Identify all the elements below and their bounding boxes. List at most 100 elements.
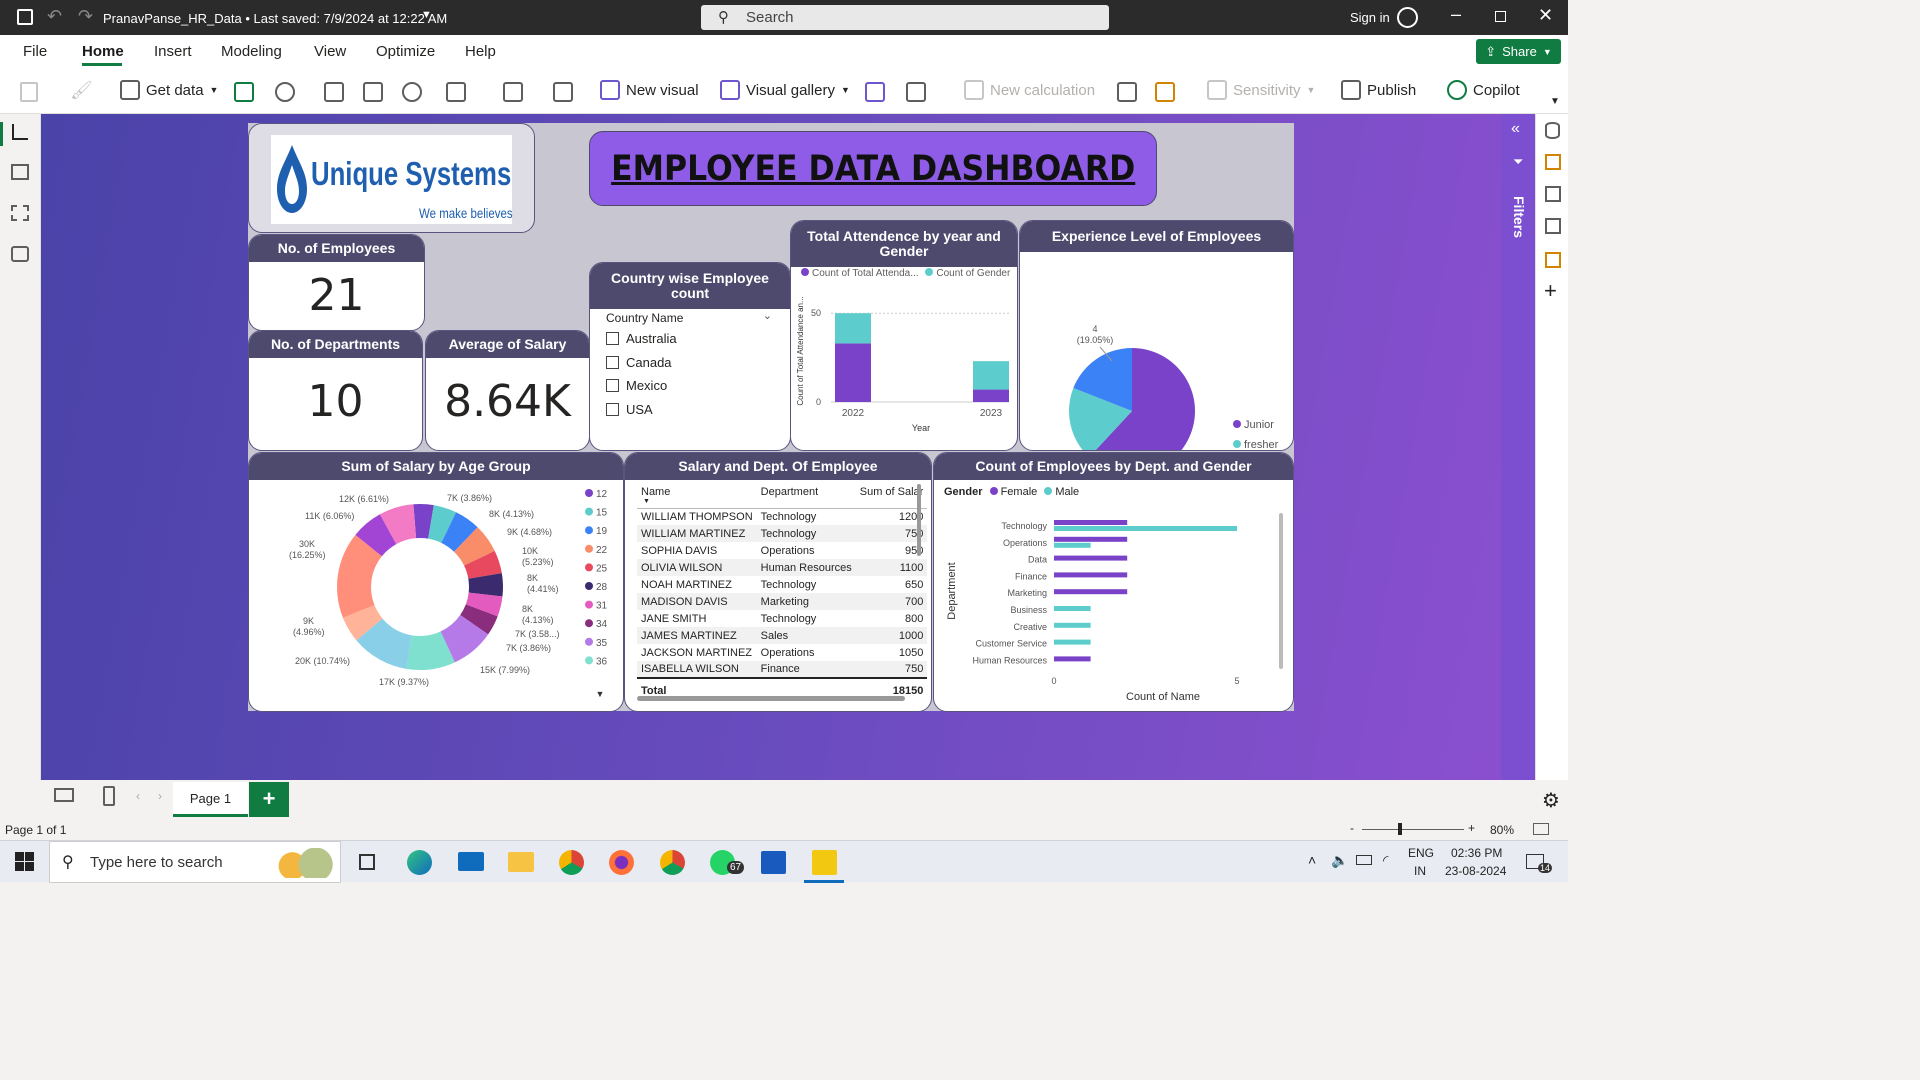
report-view-icon[interactable] — [12, 124, 28, 140]
next-page-icon[interactable]: › — [158, 789, 162, 803]
textbox-icon[interactable] — [865, 82, 885, 102]
expand-filters-icon[interactable]: « — [1511, 120, 1520, 138]
transform-icon[interactable] — [503, 82, 523, 102]
get-data-button[interactable]: Get data ▼ — [120, 80, 218, 100]
column-header-name[interactable]: Name ▼ — [637, 484, 757, 508]
menu-file[interactable]: File — [23, 43, 47, 60]
page-tab[interactable]: Page 1 — [173, 782, 248, 817]
task-view-icon[interactable] — [359, 854, 375, 870]
zoom-level[interactable]: 80% — [1490, 823, 1514, 837]
table-row[interactable]: ISABELLA WILSON Finance 750 — [637, 661, 928, 678]
dax-query-icon[interactable] — [11, 246, 29, 262]
settings-icon[interactable]: ⚙ — [1542, 788, 1560, 813]
word-icon[interactable] — [761, 851, 786, 874]
format-pane-icon[interactable] — [1545, 186, 1561, 202]
bar-female-Finance[interactable] — [1054, 572, 1128, 578]
bar-gender-2022[interactable] — [835, 313, 871, 344]
account-icon[interactable] — [1397, 7, 1418, 28]
data-pane-icon[interactable] — [1545, 122, 1560, 139]
menu-view[interactable]: View — [314, 43, 346, 60]
bar-female-Technology[interactable] — [1054, 520, 1128, 525]
firefox-icon[interactable] — [609, 850, 634, 875]
publish-button[interactable]: Publish — [1341, 80, 1416, 100]
kpi-salary-card[interactable]: Average of Salary 8.64K — [425, 330, 590, 451]
legend-scroll-down-icon[interactable]: ▼ — [596, 689, 605, 699]
vertical-scrollbar[interactable] — [1279, 513, 1283, 669]
onelake-icon[interactable] — [275, 82, 295, 102]
vertical-scrollbar[interactable] — [917, 484, 921, 556]
country-option[interactable]: USA — [606, 398, 774, 422]
checkbox[interactable] — [606, 402, 619, 416]
file-explorer-icon[interactable] — [508, 852, 534, 872]
quick-measure-icon[interactable] — [1155, 82, 1175, 102]
table-row[interactable]: JANE SMITH Technology 800 — [637, 610, 927, 627]
minimize-icon[interactable]: – — [1451, 4, 1461, 25]
table-row[interactable]: NOAH MARTINEZ Technology 650 — [637, 576, 927, 593]
column-header-department[interactable]: Department — [757, 484, 856, 508]
bar-female-Operations[interactable] — [1054, 536, 1128, 542]
dataverse-icon[interactable] — [402, 82, 422, 102]
sign-in-link[interactable]: Sign in — [1350, 10, 1390, 25]
table-view-icon[interactable] — [11, 164, 29, 180]
excel-icon[interactable] — [234, 82, 254, 102]
redo-icon[interactable]: ↷ — [78, 6, 93, 27]
prev-page-icon[interactable]: ‹ — [136, 789, 140, 803]
bar-male-Technology[interactable] — [1054, 526, 1237, 531]
close-icon[interactable]: ✕ — [1538, 5, 1553, 26]
refresh-icon[interactable] — [553, 82, 573, 102]
share-button[interactable]: ⇪ Share ▼ — [1476, 39, 1561, 64]
table-row[interactable]: WILLIAM MARTINEZ Technology 750 — [637, 525, 928, 542]
clock-time[interactable]: 02:36 PM — [1451, 846, 1502, 860]
chrome-icon[interactable] — [559, 850, 584, 875]
model-view-icon[interactable] — [11, 205, 29, 221]
clock-date[interactable]: 23-08-2024 — [1445, 864, 1506, 878]
language-in[interactable]: IN — [1414, 864, 1426, 878]
windows-start-icon[interactable] — [15, 852, 34, 871]
enter-data-icon[interactable] — [363, 82, 383, 102]
format-painter-icon[interactable]: 🖌 — [70, 80, 93, 101]
table-row[interactable]: MADISON DAVIS Marketing 700 — [637, 593, 928, 610]
mobile-layout-icon[interactable] — [103, 786, 115, 806]
menu-help[interactable]: Help — [465, 43, 496, 60]
sql-icon[interactable] — [324, 82, 344, 102]
new-calculation-button[interactable]: New calculation — [964, 80, 1095, 100]
kpi-employees-card[interactable]: No. of Employees 21 — [248, 234, 425, 331]
show-hidden-icons[interactable]: ˄ — [1308, 852, 1316, 868]
edge-icon[interactable] — [407, 850, 432, 875]
new-visual-button[interactable]: New visual — [600, 80, 699, 100]
menu-insert[interactable]: Insert — [154, 43, 192, 60]
visual-gallery-button[interactable]: Visual gallery ▼ — [720, 80, 850, 100]
logo-card[interactable]: Unique Systems We make believes — [248, 123, 535, 233]
bar-male-Customer Service[interactable] — [1054, 639, 1091, 645]
bar-male-Business[interactable] — [1054, 606, 1091, 611]
dept-gender-chart-card[interactable]: Count of Employees by Dept. and Gender G… — [933, 452, 1294, 712]
powerbi-icon[interactable] — [812, 850, 837, 875]
experience-chart-card[interactable]: Experience Level of Employees 4(19.05%)4… — [1019, 220, 1294, 451]
bar-female-Marketing[interactable] — [1054, 589, 1128, 595]
menu-home[interactable]: Home — [82, 43, 124, 60]
ribbon-collapse-icon[interactable]: ▼ — [1550, 96, 1560, 107]
bar-attendance-2023[interactable] — [973, 389, 1009, 402]
copilot-button[interactable]: Copilot — [1447, 80, 1520, 100]
checkbox[interactable] — [606, 355, 619, 369]
desktop-layout-icon[interactable] — [54, 788, 74, 802]
battery-icon[interactable] — [1356, 855, 1372, 865]
table-row[interactable]: JAMES MARTINEZ Sales 1000 — [637, 627, 928, 644]
country-option[interactable]: Mexico — [606, 374, 774, 398]
bar-male-Operations[interactable] — [1054, 542, 1091, 548]
sensitivity-button[interactable]: Sensitivity ▼ — [1207, 80, 1315, 100]
salary-table-card[interactable]: Salary and Dept. Of Employee Name ▼ Depar… — [624, 452, 932, 712]
country-option[interactable]: Australia — [606, 327, 774, 351]
save-icon[interactable] — [17, 9, 33, 25]
kpi-departments-card[interactable]: No. of Departments 10 — [248, 330, 423, 451]
filters-pane[interactable]: « ⏷ Filters — [1501, 114, 1535, 780]
table-row[interactable]: WILLIAM THOMPSON Technology 1200 — [637, 508, 927, 525]
attendance-chart-card[interactable]: Total Attendence by year and Gender Coun… — [790, 220, 1018, 451]
bar-attendance-2022[interactable] — [835, 343, 871, 402]
visualizations-pane-icon[interactable] — [1545, 154, 1561, 170]
search-box[interactable]: ⚲ Search — [701, 5, 1109, 30]
horizontal-scrollbar[interactable] — [637, 696, 905, 701]
bar-male-Creative[interactable] — [1054, 622, 1091, 628]
zoom-slider[interactable] — [1362, 829, 1464, 830]
maximize-icon[interactable] — [1495, 11, 1506, 22]
